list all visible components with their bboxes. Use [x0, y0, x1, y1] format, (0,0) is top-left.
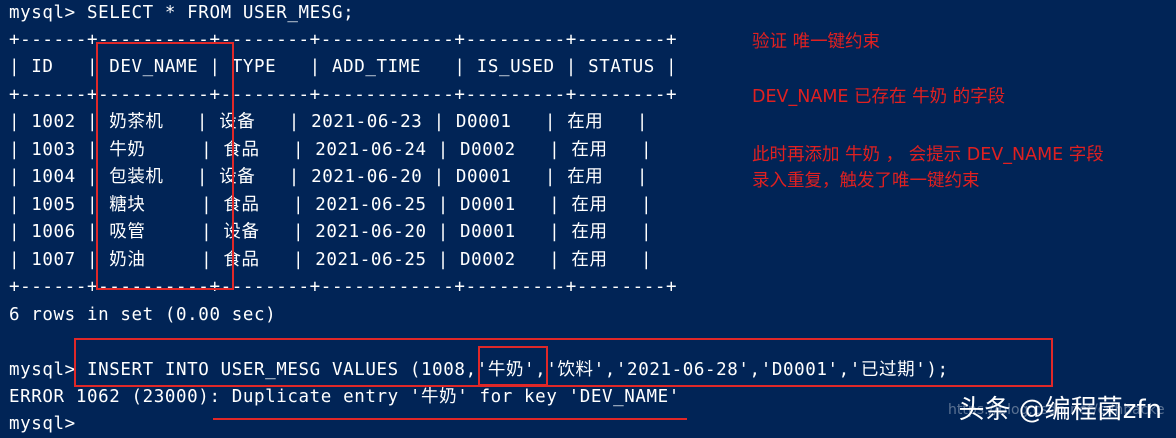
annotation-note-3-line-1: 此时再添加 牛奶 ， 会提示 DEV_NAME 字段 [752, 145, 1104, 165]
terminal-line-select: mysql> SELECT * FROM USER_MESG; [9, 3, 355, 23]
annotation-note-1: 验证 唯一键约束 [752, 32, 881, 52]
annotation-note-3-line-2: 录入重复，触发了唯一键约束 [752, 171, 980, 191]
insert-statement-highlight [74, 338, 1053, 387]
dev-name-column-highlight [96, 42, 234, 290]
toutiao-watermark: 头条 @编程菌zfn [958, 395, 1162, 425]
error-underline [213, 418, 687, 420]
annotation-note-2: DEV_NAME 已存在 牛奶 的字段 [752, 87, 1006, 107]
rows-in-set-summary: 6 rows in set (0.00 sec) [9, 305, 277, 325]
terminal-prompt[interactable]: mysql> [9, 411, 87, 438]
duplicate-value-highlight [478, 346, 548, 386]
error-message: ERROR 1062 (23000): Duplicate entry '牛奶'… [9, 387, 680, 407]
